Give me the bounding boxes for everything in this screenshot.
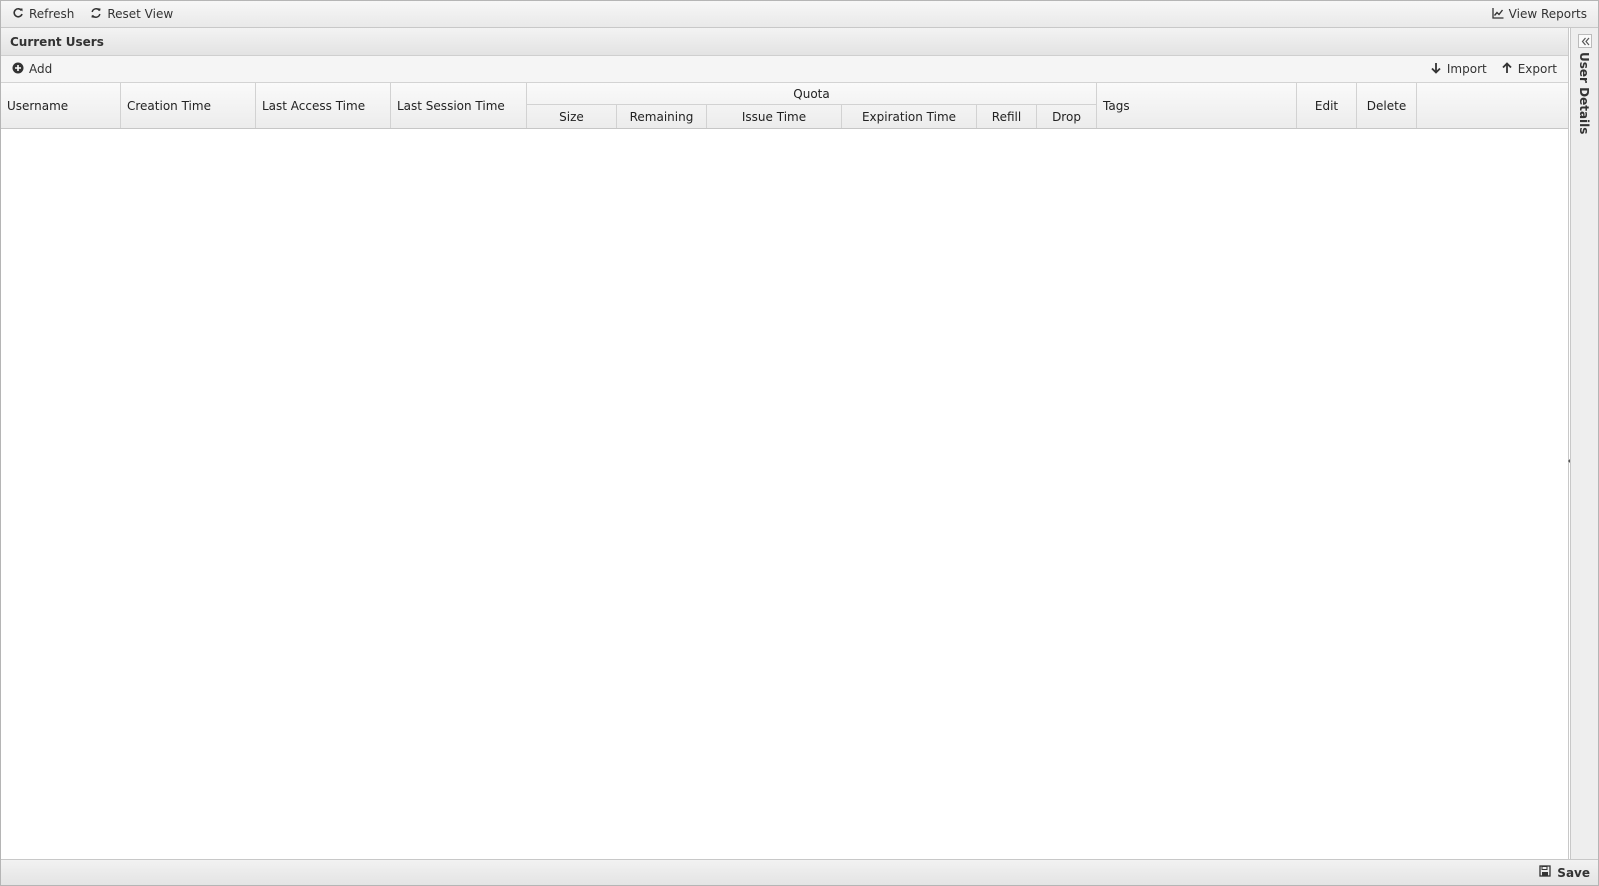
save-label: Save bbox=[1557, 865, 1590, 880]
users-panel: Current Users Add Import Export Username… bbox=[1, 28, 1572, 859]
reset-view-button[interactable]: Reset View bbox=[85, 5, 178, 24]
column-header-last-access-time[interactable]: Last Access Time bbox=[256, 83, 391, 128]
column-header-tags[interactable]: Tags bbox=[1097, 83, 1297, 128]
column-header-quota-issue-time[interactable]: Issue Time bbox=[707, 105, 842, 128]
users-grid-body[interactable] bbox=[1, 129, 1568, 859]
import-label: Import bbox=[1446, 62, 1487, 76]
column-header-creation-time[interactable]: Creation Time bbox=[121, 83, 256, 128]
floppy-disk-icon bbox=[1539, 865, 1551, 880]
column-group-quota: Quota bbox=[527, 83, 1097, 105]
reset-view-label: Reset View bbox=[107, 7, 174, 21]
expand-panel-button[interactable] bbox=[1578, 34, 1592, 48]
column-header-username[interactable]: Username bbox=[1, 83, 121, 128]
arrow-down-icon bbox=[1430, 62, 1442, 77]
column-header-quota-drop[interactable]: Drop bbox=[1037, 105, 1097, 128]
sync-icon bbox=[90, 7, 102, 22]
column-header-delete[interactable]: Delete bbox=[1357, 83, 1417, 128]
line-chart-icon bbox=[1492, 7, 1504, 22]
bottom-bar: Save bbox=[1, 859, 1598, 885]
save-button[interactable]: Save bbox=[1539, 865, 1590, 880]
view-reports-button[interactable]: View Reports bbox=[1487, 5, 1592, 24]
export-button[interactable]: Export bbox=[1496, 60, 1562, 79]
double-chevron-left-icon bbox=[1581, 37, 1589, 45]
import-button[interactable]: Import bbox=[1425, 60, 1492, 79]
column-header-quota-expiration-time[interactable]: Expiration Time bbox=[842, 105, 977, 128]
column-header-edit[interactable]: Edit bbox=[1297, 83, 1357, 128]
view-reports-label: View Reports bbox=[1508, 7, 1587, 21]
add-user-button[interactable]: Add bbox=[7, 60, 57, 79]
add-label: Add bbox=[29, 62, 53, 76]
top-toolbar: Refresh Reset View View Reports bbox=[1, 1, 1598, 28]
arrow-up-icon bbox=[1501, 61, 1513, 77]
panel-title: Current Users bbox=[1, 28, 1568, 56]
column-header-quota-refill[interactable]: Refill bbox=[977, 105, 1037, 128]
user-management-app: Refresh Reset View View Reports Current … bbox=[0, 0, 1599, 886]
refresh-label: Refresh bbox=[29, 7, 75, 21]
grid-header: Username Creation Time Last Access Time … bbox=[1, 83, 1568, 129]
refresh-button[interactable]: Refresh bbox=[7, 5, 79, 24]
grid-toolbar: Add Import Export bbox=[1, 56, 1568, 83]
refresh-icon bbox=[12, 7, 24, 22]
export-label: Export bbox=[1517, 62, 1557, 76]
side-panel-title[interactable]: User Details bbox=[1577, 52, 1591, 134]
column-header-quota-size[interactable]: Size bbox=[527, 105, 617, 128]
user-details-side-panel[interactable]: User Details bbox=[1570, 28, 1598, 859]
column-header-last-session-time[interactable]: Last Session Time bbox=[391, 83, 527, 128]
column-header-quota-remaining[interactable]: Remaining bbox=[617, 105, 707, 128]
plus-circle-icon bbox=[12, 62, 24, 77]
